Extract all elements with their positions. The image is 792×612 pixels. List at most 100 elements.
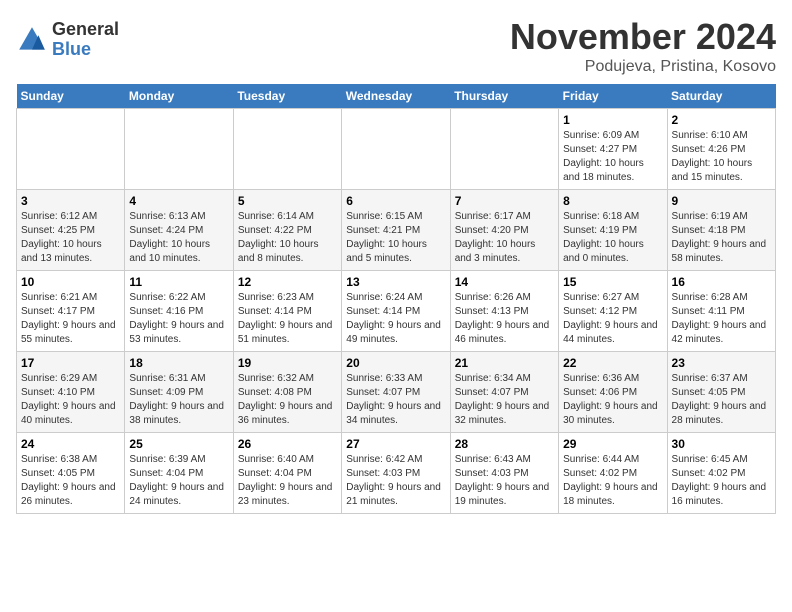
- calendar-cell: 6 Sunrise: 6:15 AM Sunset: 4:21 PM Daylig…: [342, 190, 450, 271]
- day-info: Sunrise: 6:36 AM Sunset: 4:06 PM Dayligh…: [563, 372, 662, 428]
- day-info: Sunrise: 6:44 AM Sunset: 4:02 PM Dayligh…: [563, 453, 662, 509]
- day-number: 17: [21, 356, 120, 370]
- calendar-cell: 13Sunrise: 6:24 AM Sunset: 4:14 PM Dayli…: [342, 271, 450, 352]
- logo-icon: [16, 24, 48, 56]
- day-number: 4: [129, 194, 228, 208]
- weekday-header-thursday: Thursday: [450, 84, 558, 109]
- day-info: Sunrise: 6:24 AM Sunset: 4:14 PM Dayligh…: [346, 291, 445, 347]
- day-number: 23: [672, 356, 771, 370]
- day-number: 20: [346, 356, 445, 370]
- calendar-week-row: 24 Sunrise: 6:38 AM Sunset: 4:05 PM Dayli…: [17, 433, 776, 514]
- calendar-table: SundayMondayTuesdayWednesdayThursdayFrid…: [16, 84, 776, 514]
- calendar-cell: 29 Sunrise: 6:44 AM Sunset: 4:02 PM Dayli…: [559, 433, 667, 514]
- calendar-cell: 5 Sunrise: 6:14 AM Sunset: 4:22 PM Daylig…: [233, 190, 341, 271]
- logo-text: General Blue: [52, 20, 119, 60]
- day-number: 24: [21, 437, 120, 451]
- day-info: Sunrise: 6:18 AM Sunset: 4:19 PM Dayligh…: [563, 210, 662, 266]
- day-number: 18: [129, 356, 228, 370]
- logo: General Blue: [16, 20, 119, 60]
- calendar-cell: 14 Sunrise: 6:26 AM Sunset: 4:13 PM Dayli…: [450, 271, 558, 352]
- day-number: 26: [238, 437, 337, 451]
- day-info: Sunrise: 6:12 AM Sunset: 4:25 PM Dayligh…: [21, 210, 120, 266]
- day-info: Sunrise: 6:09 AM Sunset: 4:27 PM Dayligh…: [563, 129, 662, 185]
- calendar-cell: 4Sunrise: 6:13 AM Sunset: 4:24 PM Daylig…: [125, 190, 233, 271]
- day-info: Sunrise: 6:29 AM Sunset: 4:10 PM Dayligh…: [21, 372, 120, 428]
- day-number: 12: [238, 275, 337, 289]
- calendar-cell: 17 Sunrise: 6:29 AM Sunset: 4:10 PM Dayli…: [17, 352, 125, 433]
- calendar-cell: 30 Sunrise: 6:45 AM Sunset: 4:02 PM Dayli…: [667, 433, 775, 514]
- day-info: Sunrise: 6:15 AM Sunset: 4:21 PM Dayligh…: [346, 210, 445, 266]
- day-info: Sunrise: 6:37 AM Sunset: 4:05 PM Dayligh…: [672, 372, 771, 428]
- calendar-cell: 28Sunrise: 6:43 AM Sunset: 4:03 PM Dayli…: [450, 433, 558, 514]
- day-number: 15: [563, 275, 662, 289]
- calendar-cell: 1 Sunrise: 6:09 AM Sunset: 4:27 PM Daylig…: [559, 109, 667, 190]
- day-number: 8: [563, 194, 662, 208]
- day-info: Sunrise: 6:17 AM Sunset: 4:20 PM Dayligh…: [455, 210, 554, 266]
- day-number: 27: [346, 437, 445, 451]
- day-number: 10: [21, 275, 120, 289]
- day-number: 30: [672, 437, 771, 451]
- calendar-week-row: 10 Sunrise: 6:21 AM Sunset: 4:17 PM Dayli…: [17, 271, 776, 352]
- logo-blue-text: Blue: [52, 40, 119, 60]
- calendar-cell: 12 Sunrise: 6:23 AM Sunset: 4:14 PM Dayli…: [233, 271, 341, 352]
- calendar-cell: 27 Sunrise: 6:42 AM Sunset: 4:03 PM Dayli…: [342, 433, 450, 514]
- weekday-header-saturday: Saturday: [667, 84, 775, 109]
- calendar-cell: 25Sunrise: 6:39 AM Sunset: 4:04 PM Dayli…: [125, 433, 233, 514]
- day-number: 16: [672, 275, 771, 289]
- day-number: 6: [346, 194, 445, 208]
- calendar-cell: 26Sunrise: 6:40 AM Sunset: 4:04 PM Dayli…: [233, 433, 341, 514]
- day-info: Sunrise: 6:14 AM Sunset: 4:22 PM Dayligh…: [238, 210, 337, 266]
- day-info: Sunrise: 6:34 AM Sunset: 4:07 PM Dayligh…: [455, 372, 554, 428]
- calendar-cell: 18 Sunrise: 6:31 AM Sunset: 4:09 PM Dayli…: [125, 352, 233, 433]
- day-info: Sunrise: 6:21 AM Sunset: 4:17 PM Dayligh…: [21, 291, 120, 347]
- weekday-header-row: SundayMondayTuesdayWednesdayThursdayFrid…: [17, 84, 776, 109]
- day-number: 29: [563, 437, 662, 451]
- calendar-cell: 22Sunrise: 6:36 AM Sunset: 4:06 PM Dayli…: [559, 352, 667, 433]
- calendar-cell: 8 Sunrise: 6:18 AM Sunset: 4:19 PM Daylig…: [559, 190, 667, 271]
- calendar-week-row: 3 Sunrise: 6:12 AM Sunset: 4:25 PM Daylig…: [17, 190, 776, 271]
- day-info: Sunrise: 6:32 AM Sunset: 4:08 PM Dayligh…: [238, 372, 337, 428]
- calendar-cell: 7 Sunrise: 6:17 AM Sunset: 4:20 PM Daylig…: [450, 190, 558, 271]
- month-title: November 2024: [510, 16, 776, 58]
- location-title: Podujeva, Pristina, Kosovo: [510, 58, 776, 76]
- day-info: Sunrise: 6:23 AM Sunset: 4:14 PM Dayligh…: [238, 291, 337, 347]
- day-info: Sunrise: 6:45 AM Sunset: 4:02 PM Dayligh…: [672, 453, 771, 509]
- day-info: Sunrise: 6:38 AM Sunset: 4:05 PM Dayligh…: [21, 453, 120, 509]
- day-info: Sunrise: 6:28 AM Sunset: 4:11 PM Dayligh…: [672, 291, 771, 347]
- day-number: 1: [563, 113, 662, 127]
- day-number: 9: [672, 194, 771, 208]
- calendar-cell: [125, 109, 233, 190]
- day-info: Sunrise: 6:26 AM Sunset: 4:13 PM Dayligh…: [455, 291, 554, 347]
- day-info: Sunrise: 6:42 AM Sunset: 4:03 PM Dayligh…: [346, 453, 445, 509]
- calendar-cell: [342, 109, 450, 190]
- day-info: Sunrise: 6:10 AM Sunset: 4:26 PM Dayligh…: [672, 129, 771, 185]
- calendar-cell: 9Sunrise: 6:19 AM Sunset: 4:18 PM Daylig…: [667, 190, 775, 271]
- weekday-header-wednesday: Wednesday: [342, 84, 450, 109]
- day-number: 2: [672, 113, 771, 127]
- title-area: November 2024 Podujeva, Pristina, Kosovo: [510, 16, 776, 76]
- calendar-cell: [450, 109, 558, 190]
- calendar-cell: 20 Sunrise: 6:33 AM Sunset: 4:07 PM Dayli…: [342, 352, 450, 433]
- calendar-cell: 24 Sunrise: 6:38 AM Sunset: 4:05 PM Dayli…: [17, 433, 125, 514]
- day-number: 7: [455, 194, 554, 208]
- day-number: 5: [238, 194, 337, 208]
- day-info: Sunrise: 6:27 AM Sunset: 4:12 PM Dayligh…: [563, 291, 662, 347]
- calendar-cell: 2 Sunrise: 6:10 AM Sunset: 4:26 PM Daylig…: [667, 109, 775, 190]
- weekday-header-sunday: Sunday: [17, 84, 125, 109]
- day-info: Sunrise: 6:33 AM Sunset: 4:07 PM Dayligh…: [346, 372, 445, 428]
- day-number: 19: [238, 356, 337, 370]
- day-info: Sunrise: 6:31 AM Sunset: 4:09 PM Dayligh…: [129, 372, 228, 428]
- calendar-cell: 16 Sunrise: 6:28 AM Sunset: 4:11 PM Dayli…: [667, 271, 775, 352]
- calendar-week-row: 1 Sunrise: 6:09 AM Sunset: 4:27 PM Daylig…: [17, 109, 776, 190]
- weekday-header-tuesday: Tuesday: [233, 84, 341, 109]
- calendar-cell: 3 Sunrise: 6:12 AM Sunset: 4:25 PM Daylig…: [17, 190, 125, 271]
- calendar-cell: [233, 109, 341, 190]
- day-info: Sunrise: 6:43 AM Sunset: 4:03 PM Dayligh…: [455, 453, 554, 509]
- calendar-week-row: 17 Sunrise: 6:29 AM Sunset: 4:10 PM Dayli…: [17, 352, 776, 433]
- calendar-cell: 21 Sunrise: 6:34 AM Sunset: 4:07 PM Dayli…: [450, 352, 558, 433]
- weekday-header-friday: Friday: [559, 84, 667, 109]
- day-number: 14: [455, 275, 554, 289]
- calendar-cell: 11Sunrise: 6:22 AM Sunset: 4:16 PM Dayli…: [125, 271, 233, 352]
- day-number: 3: [21, 194, 120, 208]
- day-number: 21: [455, 356, 554, 370]
